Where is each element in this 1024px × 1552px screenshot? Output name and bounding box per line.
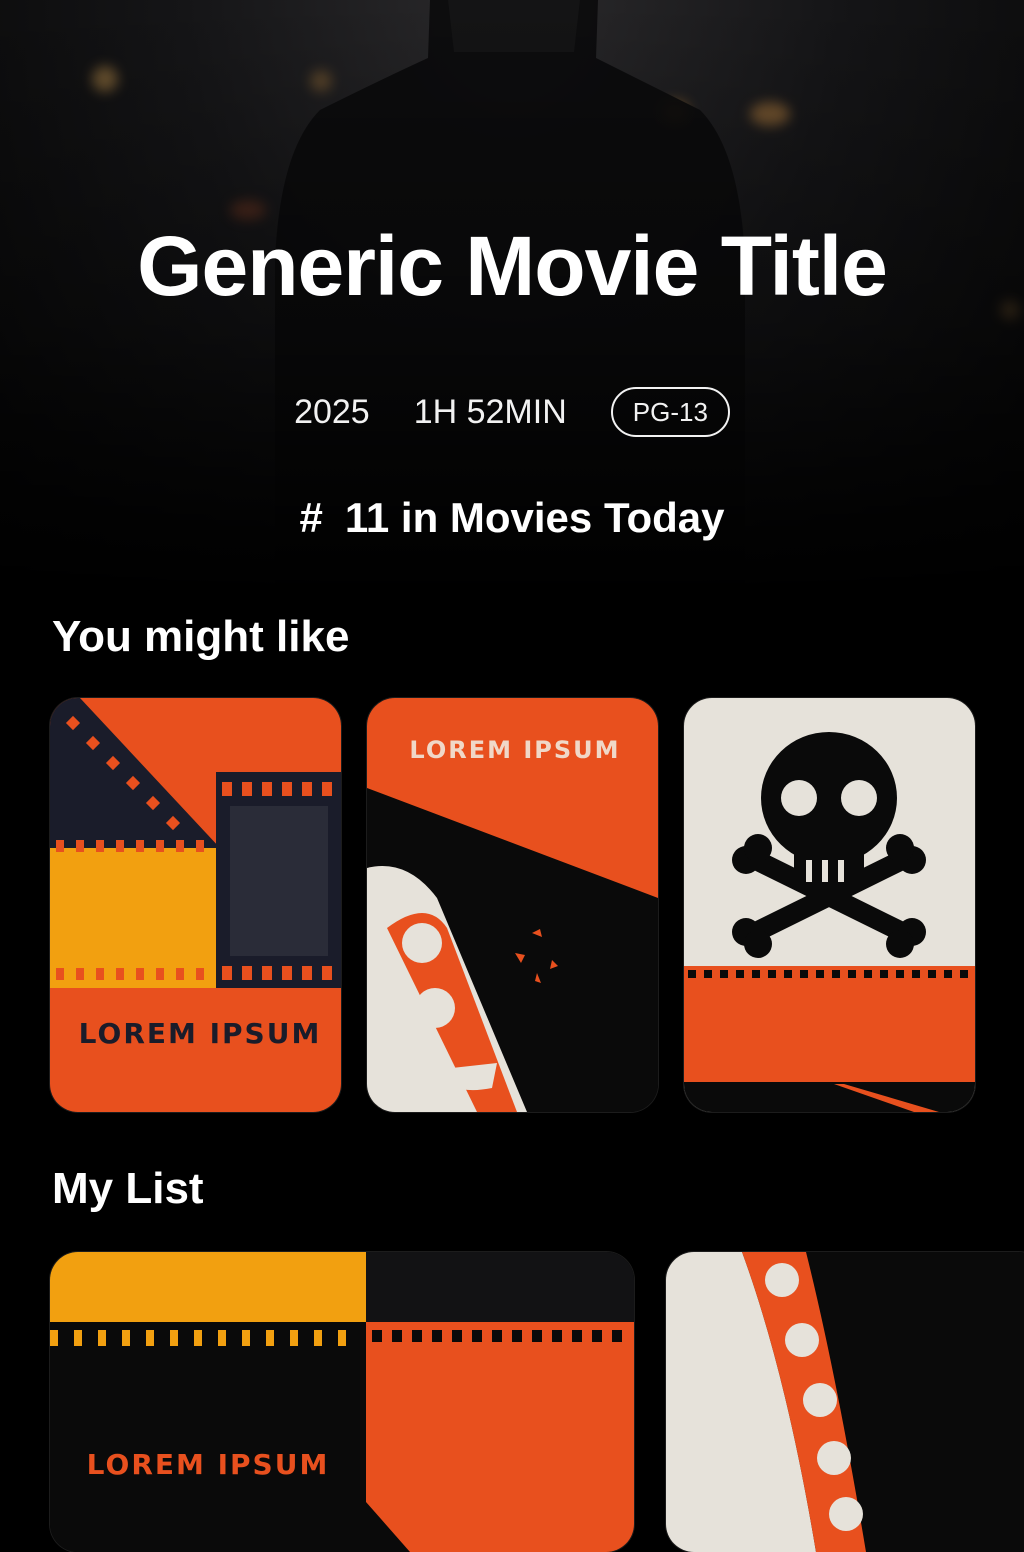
poster-card-3[interactable] [684, 698, 975, 1112]
section-title-you-might-like: You might like [52, 612, 350, 661]
list-poster-card-1[interactable]: LOREM IPSUM [50, 1252, 634, 1552]
film-strip-poster-art: LOREM IPSUM [50, 1252, 634, 1552]
poster-2-text: LOREM IPSUM [409, 736, 620, 764]
movie-duration: 1H 52MIN [413, 392, 567, 431]
poster-card-1[interactable]: LOREM IPSUM [50, 698, 341, 1112]
film-reel-poster-art: LOREM IPSUM [367, 698, 658, 1112]
hashtag-icon: # [299, 494, 323, 541]
rating-badge: PG-13 [610, 387, 730, 437]
ranking-label: #11 in Movies Today [0, 494, 1024, 542]
poster-1-text: LOREM IPSUM [79, 1017, 322, 1050]
skull-poster-art [684, 698, 975, 1112]
film-strip-poster-art: LOREM IPSUM [50, 698, 341, 1112]
list-poster-1-text: LOREM IPSUM [87, 1448, 330, 1481]
ranking-text: 11 in Movies Today [344, 494, 725, 541]
movie-year: 2025 [294, 392, 370, 431]
section-title-my-list: My List [52, 1164, 204, 1213]
film-reel-poster-art [666, 1252, 1024, 1552]
list-poster-card-2[interactable] [666, 1252, 1024, 1552]
movie-title: Generic Movie Title [137, 219, 888, 313]
movie-meta: 2025 1H 52MIN PG-13 [0, 387, 1024, 437]
poster-card-2[interactable]: LOREM IPSUM [367, 698, 658, 1112]
